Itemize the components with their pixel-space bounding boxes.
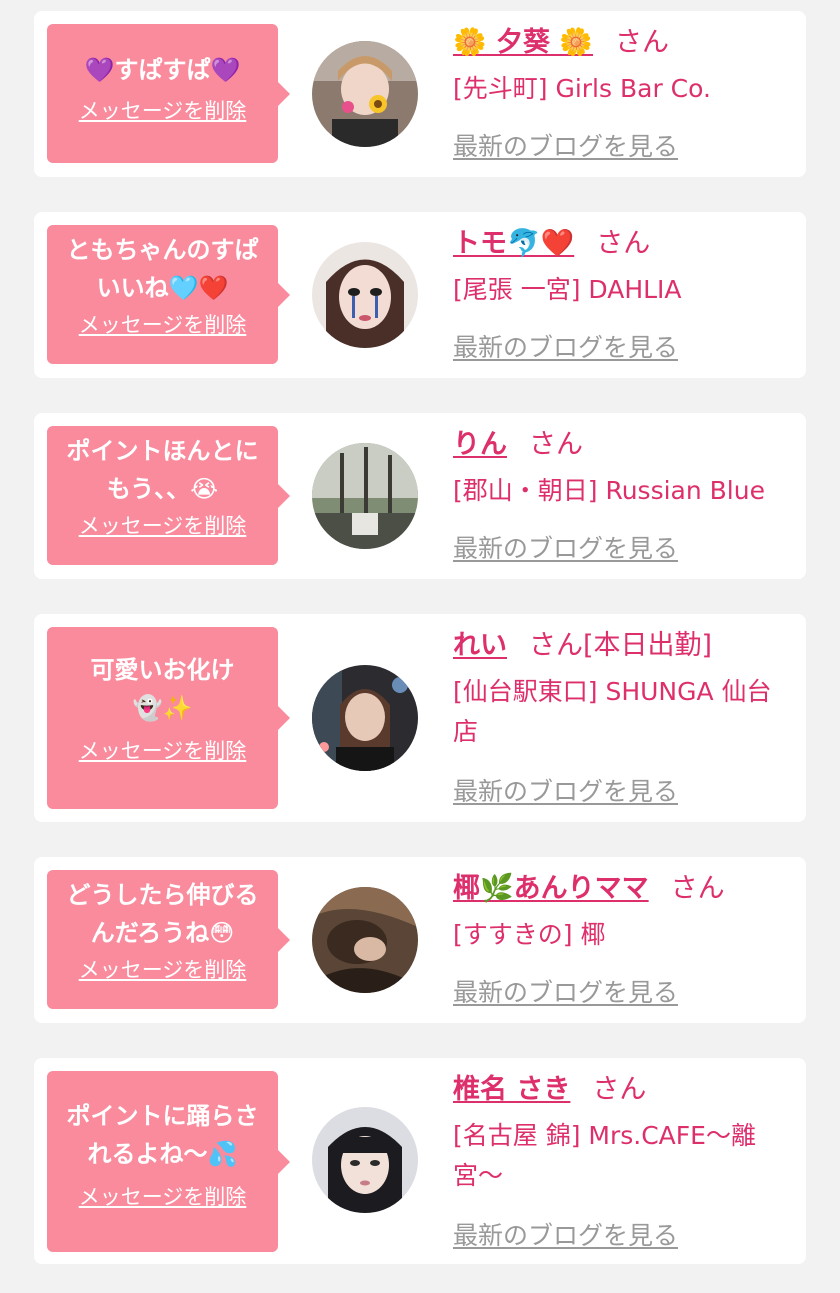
delete-message-link[interactable]: メッセージを削除 — [79, 735, 247, 765]
avatar[interactable] — [312, 665, 418, 771]
latest-blog-link[interactable]: 最新のブログを見る — [453, 973, 678, 1009]
name-row: 椰🌿あんりママ さん — [453, 869, 793, 909]
message-text: ポイントほんとにもう、、😭 — [66, 437, 259, 503]
message-bubble: ポイントに踊らされるよね〜💦 メッセージを削除 — [47, 1071, 290, 1252]
list-item: どうしたら伸びるんだろうね😳 メッセージを削除 椰🌿あんりママ さん [すすきの]… — [34, 857, 806, 1023]
member-info: れい さん[本日出勤] [仙台駅東口] SHUNGA 仙台店 — [453, 626, 793, 752]
delete-message-link[interactable]: メッセージを削除 — [79, 95, 247, 125]
member-name-link[interactable]: トモ🐬❤️ — [453, 228, 574, 259]
honorific: さん — [529, 429, 583, 460]
avatar[interactable] — [312, 443, 418, 549]
latest-blog-link[interactable]: 最新のブログを見る — [453, 529, 678, 565]
member-name-link[interactable]: 椰🌿あんりママ — [453, 873, 649, 904]
message-bubble: 💜すぱすぱ💜 メッセージを削除 — [47, 24, 290, 163]
avatar-photo — [312, 887, 418, 993]
shop-name: [すすきの] 椰 — [453, 920, 606, 949]
delete-message-link[interactable]: メッセージを削除 — [79, 954, 247, 984]
avatar[interactable] — [312, 41, 418, 147]
member-name-link[interactable]: 椎名 さき — [453, 1074, 570, 1105]
member-info: 🌼 夕葵 🌼 さん [先斗町] Girls Bar Co. — [453, 23, 793, 109]
member-name-link[interactable]: れい — [453, 630, 507, 661]
shop-name: [郡山・朝日] Russian Blue — [453, 476, 765, 505]
name-row: 椎名 さき さん — [453, 1070, 793, 1110]
honorific: さん — [615, 27, 670, 58]
name-row: りん さん — [453, 425, 793, 465]
avatar-photo — [312, 1107, 418, 1213]
avatar-photo — [312, 41, 418, 147]
avatar-photo — [312, 443, 418, 549]
latest-blog-link[interactable]: 最新のブログを見る — [453, 328, 678, 364]
member-name-link[interactable]: りん — [453, 429, 507, 460]
list-item: ポイントほんとにもう、、😭 メッセージを削除 りん さん [郡山・朝日] Russ… — [34, 413, 806, 579]
member-name-link[interactable]: 🌼 夕葵 🌼 — [453, 27, 593, 58]
list-item: ともちゃんのすぱいいね🩵❤️ メッセージを削除 トモ🐬❤️ さん [尾張 一宮] … — [34, 212, 806, 378]
avatar-photo — [312, 665, 418, 771]
member-info: りん さん [郡山・朝日] Russian Blue — [453, 425, 793, 511]
latest-blog-link[interactable]: 最新のブログを見る — [453, 772, 678, 808]
delete-message-link[interactable]: メッセージを削除 — [79, 309, 247, 339]
member-info: トモ🐬❤️ さん [尾張 一宮] DAHLIA — [453, 224, 793, 310]
avatar[interactable] — [312, 1107, 418, 1213]
delete-message-link[interactable]: メッセージを削除 — [79, 1181, 247, 1211]
list-item: ポイントに踊らされるよね〜💦 メッセージを削除 椎名 さき さん [名古屋 錦] … — [34, 1058, 806, 1264]
name-row: トモ🐬❤️ さん — [453, 224, 793, 264]
name-row: れい さん[本日出勤] — [453, 626, 793, 666]
honorific: さん — [670, 873, 725, 904]
shop-name: [尾張 一宮] DAHLIA — [453, 275, 682, 304]
avatar[interactable] — [312, 887, 418, 993]
message-bubble: ともちゃんのすぱいいね🩵❤️ メッセージを削除 — [47, 225, 290, 364]
message-text: ともちゃんのすぱいいね🩵❤️ — [66, 236, 259, 302]
message-text: ポイントに踊らされるよね〜💦 — [66, 1102, 259, 1168]
message-list: 💜すぱすぱ💜 メッセージを削除 🌼 夕葵 🌼 さん [先斗町] Girls Bar… — [0, 0, 840, 1293]
message-text: 💜すぱすぱ💜 — [84, 56, 241, 84]
list-item: 可愛いお化け👻✨ メッセージを削除 れい さん[本日出勤] [仙台駅東口] SHU… — [34, 614, 806, 822]
delete-message-link[interactable]: メッセージを削除 — [79, 510, 247, 540]
message-bubble: 可愛いお化け👻✨ メッセージを削除 — [47, 627, 290, 809]
message-text: 可愛いお化け👻✨ — [90, 656, 235, 722]
message-text: どうしたら伸びるんだろうね😳 — [66, 881, 259, 947]
shop-name: [仙台駅東口] SHUNGA 仙台店 — [453, 677, 772, 746]
name-row: 🌼 夕葵 🌼 さん — [453, 23, 793, 63]
avatar-photo — [312, 242, 418, 348]
avatar[interactable] — [312, 242, 418, 348]
shop-name: [先斗町] Girls Bar Co. — [453, 74, 711, 103]
honorific: さん — [592, 1074, 647, 1105]
latest-blog-link[interactable]: 最新のブログを見る — [453, 1216, 678, 1252]
shop-name: [名古屋 錦] Mrs.CAFE〜離宮〜 — [453, 1121, 756, 1190]
list-item: 💜すぱすぱ💜 メッセージを削除 🌼 夕葵 🌼 さん [先斗町] Girls Bar… — [34, 11, 806, 177]
honorific: さん — [596, 228, 651, 259]
message-bubble: ポイントほんとにもう、、😭 メッセージを削除 — [47, 426, 290, 565]
message-bubble: どうしたら伸びるんだろうね😳 メッセージを削除 — [47, 870, 290, 1009]
member-info: 椎名 さき さん [名古屋 錦] Mrs.CAFE〜離宮〜 — [453, 1070, 793, 1196]
member-info: 椰🌿あんりママ さん [すすきの] 椰 — [453, 869, 793, 955]
honorific: さん — [529, 630, 583, 661]
work-status: [本日出勤] — [583, 630, 713, 661]
latest-blog-link[interactable]: 最新のブログを見る — [453, 127, 678, 163]
